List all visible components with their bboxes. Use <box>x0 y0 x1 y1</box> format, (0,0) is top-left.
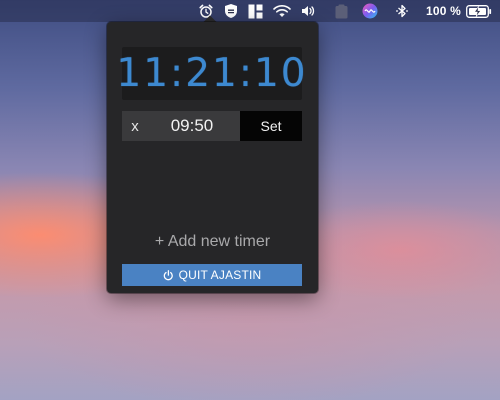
battery-charging-icon[interactable] <box>466 0 492 22</box>
power-icon <box>163 269 174 281</box>
clock-display: 11:21:10 <box>116 47 306 100</box>
battery-percentage-text: 100 % <box>425 4 461 18</box>
battery-percentage: 100 % <box>426 0 461 22</box>
shield-icon[interactable] <box>224 0 238 22</box>
quit-button[interactable]: QUIT AJASTIN <box>122 264 302 286</box>
add-new-timer-button[interactable]: + Add new timer <box>107 233 318 251</box>
timer-field[interactable]: x 09:50 <box>122 111 240 141</box>
quit-label: QUIT AJASTIN <box>178 268 262 282</box>
volume-icon[interactable] <box>301 0 315 22</box>
bluetooth-icon[interactable] <box>396 0 408 22</box>
set-timer-button[interactable]: Set <box>240 111 302 141</box>
menu-bar: 100 % <box>0 0 500 22</box>
clipboard-icon[interactable] <box>335 0 348 22</box>
ajastin-popover: 11:21:10 x 09:50 Set + Add new timer QUI… <box>107 22 318 293</box>
layout-grid-icon[interactable] <box>248 0 263 22</box>
remove-timer-button[interactable]: x <box>129 111 141 141</box>
siri-icon[interactable] <box>362 0 378 22</box>
wifi-icon[interactable] <box>273 0 291 22</box>
clock-time: 11:21:10 <box>116 51 308 96</box>
timer-row: x 09:50 Set <box>122 111 302 141</box>
